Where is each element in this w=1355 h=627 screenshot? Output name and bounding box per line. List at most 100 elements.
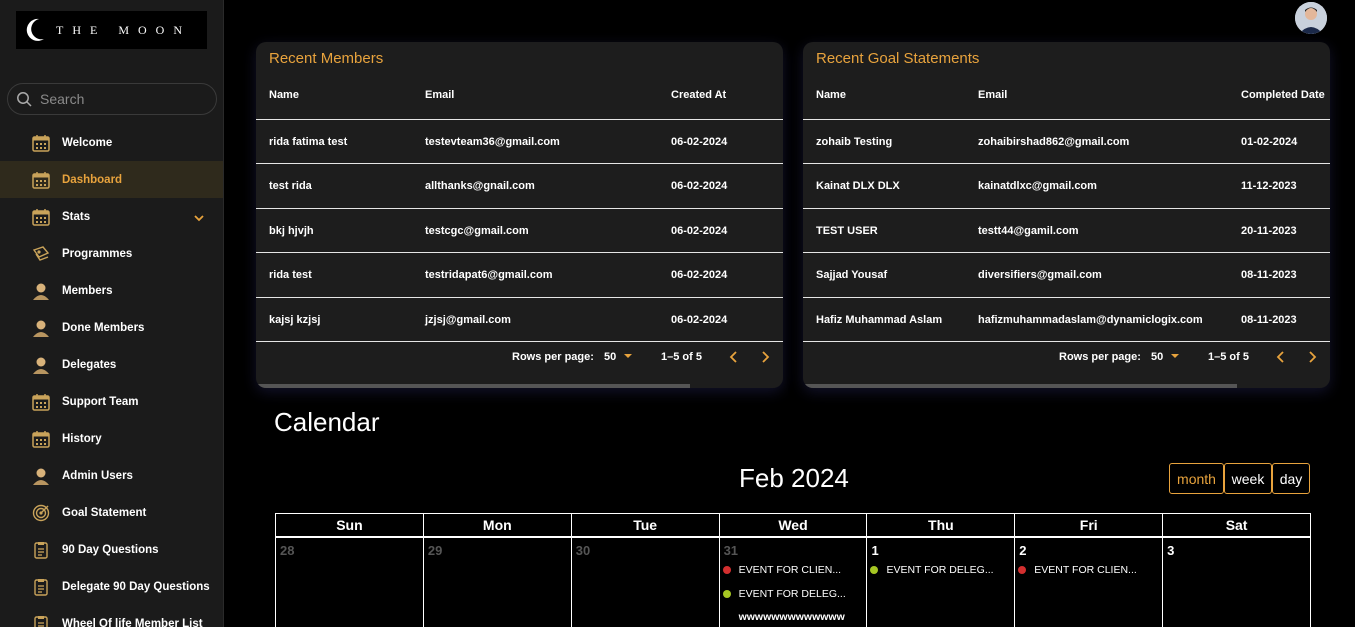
- sidebar-item-history[interactable]: History: [0, 420, 223, 457]
- table-cell: Sajjad Yousaf: [816, 269, 888, 282]
- table-row[interactable]: rida fatima test testevteam36@gmail.com 06…: [256, 119, 783, 163]
- calendar-day-cell[interactable]: 1 EVENT FOR DELEG...: [867, 538, 1016, 627]
- day-view-button[interactable]: day: [1272, 463, 1310, 494]
- chevron-down-icon[interactable]: [193, 210, 205, 228]
- sidebar-item-stats[interactable]: Stats: [0, 198, 223, 235]
- calendar-event[interactable]: EVENT FOR CLIEN...: [722, 564, 841, 576]
- table-cell: hafizmuhammadaslam@dynamiclogix.com: [978, 313, 1203, 326]
- table-cell: TEST USER: [816, 224, 878, 237]
- sidebar-item-goal-statement[interactable]: Goal Statement: [0, 494, 223, 531]
- calendar-event[interactable]: EVENT FOR DELEG...: [722, 588, 846, 600]
- calendar-heading: Calendar: [274, 407, 380, 437]
- sidebar-item-delegate-90-day-questions[interactable]: Delegate 90 Day Questions: [0, 568, 223, 605]
- sidebar-item-label: Wheel Of life Member List: [62, 617, 203, 627]
- week-view-button[interactable]: week: [1224, 463, 1272, 494]
- table-cell: 08-11-2023: [1241, 313, 1297, 326]
- sidebar-item-admin-users[interactable]: Admin Users: [0, 457, 223, 494]
- chevron-right-icon: [1309, 351, 1317, 363]
- rows-per-page-select[interactable]: 50: [1151, 351, 1180, 363]
- table-row[interactable]: bkj hjvjh testcgc@gmail.com 06-02-2024: [256, 207, 783, 252]
- table-cell: 08-11-2023: [1241, 269, 1297, 282]
- sidebar-item-label: Programmes: [62, 247, 133, 260]
- event-description: wwwwwwwwwwwww: [738, 611, 845, 623]
- table-cell: diversifiers@gmail.com: [978, 269, 1102, 282]
- table-cell: 06-02-2024: [671, 136, 728, 148]
- sidebar-item-members[interactable]: Members: [0, 272, 223, 309]
- prev-page-button[interactable]: [1275, 350, 1287, 367]
- clipboard-icon: [31, 540, 51, 560]
- column-header-email: Email: [425, 89, 455, 101]
- sidebar-item-programmes[interactable]: Programmes: [0, 235, 223, 272]
- sidebar-item-label: History: [62, 432, 102, 445]
- sidebar-item-dashboard[interactable]: Dashboard: [0, 161, 223, 198]
- avatar[interactable]: [1295, 2, 1327, 34]
- month-view-button[interactable]: month: [1169, 463, 1224, 494]
- chevron-right-icon: [762, 351, 770, 363]
- horizontal-scrollbar[interactable]: [256, 384, 690, 388]
- calendar-week-row: 28 29 30 31 EVENT FOR CLIEN... EVENT FOR…: [275, 537, 1312, 627]
- prev-page-button[interactable]: [728, 350, 740, 367]
- table-row[interactable]: TEST USER testt44@gamil.com 20-11-2023: [803, 207, 1330, 252]
- user-avatar-icon: [1295, 2, 1327, 34]
- rows-per-page-select[interactable]: 50: [604, 351, 633, 363]
- table-row[interactable]: test rida allthanks@gnail.com 06-02-2024: [256, 163, 783, 207]
- weekday-header-row: Sun Mon Tue Wed Thu Fri Sat: [275, 513, 1311, 537]
- horizontal-scrollbar[interactable]: [803, 384, 1237, 388]
- search-input[interactable]: [40, 91, 200, 107]
- next-page-button[interactable]: [1306, 350, 1318, 367]
- app-logo[interactable]: THE MOON: [16, 11, 207, 49]
- table-cell: 20-11-2023: [1241, 224, 1297, 237]
- table-cell: kainatdlxc@gmail.com: [978, 180, 1097, 193]
- sidebar-item-label: 90 Day Questions: [62, 543, 159, 556]
- sidebar-item-wheel-of-life-member-list[interactable]: Wheel Of life Member List: [0, 605, 223, 627]
- table-cell: testt44@gamil.com: [978, 224, 1079, 237]
- table-row[interactable]: rida test testridapat6@gmail.com 06-02-202…: [256, 252, 783, 296]
- weekday-tue: Tue: [572, 514, 720, 536]
- table-row[interactable]: Kainat DLX DLX kainatdlxc@gmail.com 11-12-…: [803, 163, 1330, 207]
- day-number: 3: [1167, 543, 1175, 558]
- table-cell: allthanks@gnail.com: [425, 180, 535, 193]
- clipboard-icon: [31, 577, 51, 597]
- recent-members-card: Recent Members Name Email Created At rid…: [256, 42, 783, 388]
- calendar-icon: [31, 170, 51, 190]
- rows-per-page-value: 50: [604, 351, 617, 363]
- table-row[interactable]: Hafiz Muhammad Aslam hafizmuhammadaslam@d…: [803, 296, 1330, 341]
- calendar-day-cell[interactable]: 2 EVENT FOR CLIEN...: [1015, 538, 1164, 627]
- table-cell: kajsj kzjsj: [269, 313, 321, 326]
- next-page-button[interactable]: [759, 350, 771, 367]
- weekday-sun: Sun: [276, 514, 424, 536]
- pagination-range: 1–5 of 5: [1208, 351, 1249, 363]
- calendar-day-cell[interactable]: 29: [424, 538, 572, 627]
- calendar-day-cell[interactable]: 3: [1163, 538, 1312, 627]
- calendar-event[interactable]: EVENT FOR CLIEN...: [1018, 564, 1137, 576]
- table-cell: test rida: [269, 180, 312, 193]
- column-header-completed-date: Completed Date: [1241, 89, 1325, 101]
- sidebar-item-90-day-questions[interactable]: 90 Day Questions: [0, 531, 223, 568]
- table-row[interactable]: Sajjad Yousaf diversifiers@gmail.com 08-11…: [803, 252, 1330, 296]
- calendar-day-cell[interactable]: 28: [276, 538, 424, 627]
- sidebar-item-label: Support Team: [62, 395, 139, 408]
- weekday-sat: Sat: [1225, 517, 1248, 533]
- day-number: 29: [427, 543, 443, 558]
- day-number: 1: [871, 543, 879, 558]
- sidebar-item-done-members[interactable]: Done Members: [0, 309, 223, 346]
- calendar-icon: [31, 429, 51, 449]
- sidebar-item-label: Admin Users: [62, 469, 133, 482]
- calendar-day-cell[interactable]: 30: [572, 538, 720, 627]
- table-cell: 11-12-2023: [1241, 180, 1297, 193]
- day-number: 30: [575, 543, 591, 558]
- table-row[interactable]: kajsj kzjsj jzjsj@gmail.com 06-02-2024: [256, 296, 783, 341]
- table-row[interactable]: zohaib Testing zohaibirshad862@gmail.com 0…: [803, 119, 1330, 163]
- calendar-event[interactable]: EVENT FOR DELEG...: [870, 564, 994, 576]
- column-header-created-at: Created At: [671, 89, 727, 101]
- sidebar-item-welcome[interactable]: Welcome: [0, 124, 223, 161]
- search-box[interactable]: [7, 83, 217, 115]
- table-cell: Hafiz Muhammad Aslam: [816, 313, 943, 326]
- rows-per-page-label: Rows per page:: [512, 351, 594, 363]
- weekday-mon: Mon: [424, 514, 572, 536]
- sidebar-item-support-team[interactable]: Support Team: [0, 383, 223, 420]
- calendar-day-cell[interactable]: 31 EVENT FOR CLIEN... EVENT FOR DELEG...…: [720, 538, 868, 627]
- sidebar-item-label: Delegates: [62, 358, 117, 371]
- sidebar-item-delegates[interactable]: Delegates: [0, 346, 223, 383]
- weekday-thu: Thu: [867, 514, 1016, 536]
